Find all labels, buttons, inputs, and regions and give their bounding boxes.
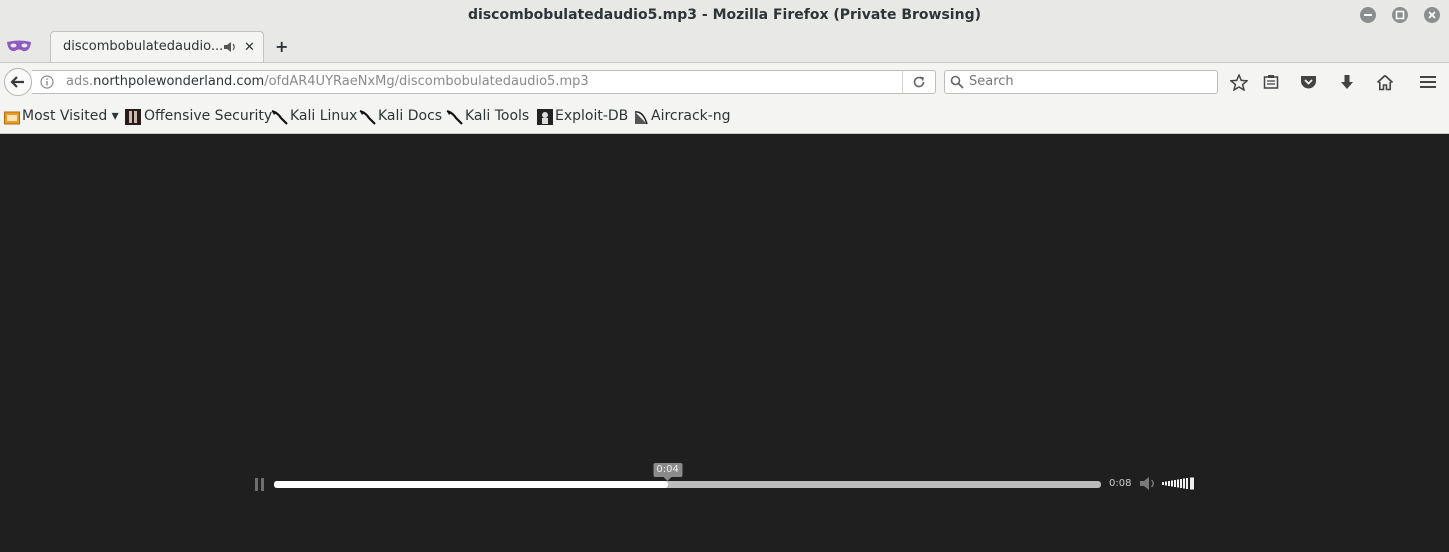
kali-icon	[446, 109, 463, 125]
search-icon	[950, 75, 964, 89]
url-bar[interactable]: ads.northpolewonderland.com/ofdAR4UYRaeN…	[32, 70, 936, 94]
bookmark-offensive-security[interactable]: Offensive Security	[144, 108, 272, 124]
media-document: 0:04 0:08	[0, 134, 1449, 552]
menu-icon[interactable]	[1419, 74, 1437, 90]
bookmarks-toolbar: Most Visited ▾ Offensive Security Kali L…	[0, 100, 1449, 134]
home-icon[interactable]	[1376, 74, 1394, 91]
kali-icon	[359, 109, 376, 125]
progress-fill	[274, 481, 668, 488]
duration-label: 0:08	[1109, 478, 1132, 489]
speaker-icon[interactable]	[223, 41, 237, 53]
minimize-icon	[1364, 14, 1372, 16]
reading-list-icon[interactable]	[1263, 74, 1279, 90]
bookmark-aircrack-ng[interactable]: Aircrack-ng	[651, 108, 731, 124]
reload-button[interactable]	[902, 71, 935, 93]
progress-track[interactable]	[274, 481, 1101, 488]
pocket-icon[interactable]	[1300, 74, 1317, 90]
audio-player-controls: 0:04 0:08	[0, 134, 1449, 552]
tab-strip: discombobulatedaudio... ✕ +	[0, 31, 1449, 62]
bookmark-exploit-db[interactable]: Exploit-DB	[555, 108, 628, 124]
back-button[interactable]	[4, 68, 32, 96]
tab-discombobulatedaudio5[interactable]: discombobulatedaudio... ✕	[50, 31, 264, 62]
close-icon	[1428, 11, 1436, 19]
private-browsing-mask-icon	[7, 40, 31, 52]
maximize-button[interactable]	[1392, 7, 1408, 23]
url-text[interactable]: ads.northpolewonderland.com/ofdAR4UYRaeN…	[66, 74, 589, 89]
reload-icon	[913, 76, 925, 88]
volume-slider[interactable]	[1162, 476, 1196, 491]
url-domain: northpolewonderland.com	[93, 74, 265, 89]
bookmark-kali-linux[interactable]: Kali Linux	[290, 108, 357, 124]
current-time-tooltip: 0:04	[653, 463, 683, 481]
url-path: /ofdAR4UYRaeNxMg/discombobulatedaudio5.m…	[264, 74, 589, 89]
tab-label: discombobulatedaudio...	[63, 39, 224, 54]
bookmark-kali-tools[interactable]: Kali Tools	[465, 108, 529, 124]
bookmark-kali-docs[interactable]: Kali Docs	[378, 108, 442, 124]
navigation-toolbar: ads.northpolewonderland.com/ofdAR4UYRaeN…	[0, 62, 1449, 101]
search-bar[interactable]: Search	[944, 70, 1218, 94]
minimize-button[interactable]	[1360, 7, 1376, 23]
window-titlebar: discombobulatedaudio5.mp3 - Mozilla Fire…	[0, 0, 1449, 31]
back-arrow-icon	[10, 76, 24, 88]
window-title: discombobulatedaudio5.mp3 - Mozilla Fire…	[468, 7, 981, 23]
mute-button[interactable]	[1139, 476, 1157, 491]
star-icon[interactable]	[1230, 74, 1248, 91]
site-info-icon[interactable]	[40, 75, 54, 89]
url-prefix: ads.	[66, 74, 94, 89]
offsec-icon	[125, 109, 141, 125]
maximize-icon	[1395, 10, 1405, 20]
download-icon[interactable]	[1339, 74, 1355, 91]
kali-icon	[271, 109, 288, 125]
search-placeholder: Search	[969, 74, 1014, 89]
pause-button[interactable]	[254, 477, 266, 492]
most-visited-icon	[4, 111, 20, 125]
close-window-button[interactable]	[1424, 7, 1440, 23]
aircrack-icon	[634, 111, 648, 125]
tab-close-icon[interactable]: ✕	[244, 40, 255, 55]
new-tab-button[interactable]: +	[275, 37, 288, 56]
exploitdb-icon	[537, 109, 553, 125]
bookmark-most-visited[interactable]: Most Visited ▾	[22, 108, 119, 124]
